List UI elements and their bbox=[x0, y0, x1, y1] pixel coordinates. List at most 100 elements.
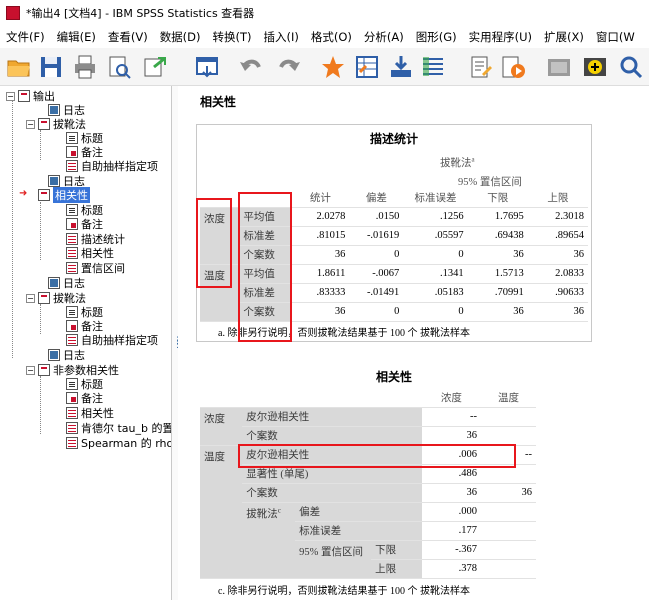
collapse-icon[interactable]: − bbox=[26, 293, 35, 303]
tree-node-bootstrap-spec[interactable]: 自助抽样指定项 bbox=[66, 159, 158, 173]
corner-cell bbox=[295, 388, 372, 408]
table-row: 显著性 (单尾) .486 bbox=[200, 464, 536, 484]
tree-node-descriptives[interactable]: 描述统计 bbox=[66, 232, 125, 246]
variables-icon[interactable] bbox=[420, 54, 446, 80]
tree-label: 备注 bbox=[81, 218, 103, 231]
menu-analyze[interactable]: 分析(A) bbox=[358, 29, 410, 45]
table-cell bbox=[481, 464, 536, 484]
tree-node-bootstrap[interactable]: − 拔靴法 bbox=[26, 117, 86, 131]
correlations-footnote: c. 除非另行说明，否则拔靴法结果基于 100 个 拔靴法样本 bbox=[218, 586, 470, 597]
tree-node-log[interactable]: 日志 bbox=[48, 103, 85, 117]
row-group-label: 浓度 bbox=[200, 207, 240, 265]
row-label: 偏差 bbox=[295, 502, 422, 522]
menu-data[interactable]: 数据(D) bbox=[154, 29, 207, 45]
tree-label: 置信区间 bbox=[81, 262, 125, 275]
menu-file[interactable]: 文件(F) bbox=[0, 29, 51, 45]
tree-node-log[interactable]: 日志 bbox=[48, 348, 85, 362]
tree-node-bootstrap[interactable]: − 拔靴法 bbox=[26, 291, 86, 305]
menu-format[interactable]: 格式(O) bbox=[305, 29, 358, 45]
export-icon[interactable] bbox=[142, 54, 168, 80]
table-row: 标准差 .81015 -.01619 .05597 .69438 .89654 bbox=[200, 226, 588, 246]
table-cell: 2.0833 bbox=[527, 264, 588, 284]
tree-node-kendall[interactable]: 肯德尔 tau_b 的置 bbox=[66, 421, 172, 435]
tree-node-correlations[interactable]: −相关性 bbox=[26, 187, 90, 203]
menu-window[interactable]: 窗口(W bbox=[590, 29, 641, 45]
row-label: 个案数 bbox=[239, 245, 292, 265]
table-row: 浓度 皮尔逊相关性 -- bbox=[200, 407, 536, 446]
tree-node-correlations-table[interactable]: 相关性 bbox=[66, 406, 114, 420]
collapse-icon[interactable]: − bbox=[6, 91, 15, 101]
tree-node-log[interactable]: 日志 bbox=[48, 174, 85, 188]
table-cell: 36 bbox=[467, 245, 528, 265]
run-script-icon[interactable] bbox=[500, 54, 526, 80]
tree-node-notes[interactable]: 备注 bbox=[66, 145, 103, 159]
open-icon[interactable] bbox=[6, 54, 32, 80]
tree-node-title[interactable]: 标题 bbox=[66, 377, 103, 391]
tree-node-correlations-table[interactable]: 相关性 bbox=[66, 246, 114, 260]
table-cell: 36 bbox=[481, 483, 536, 503]
table-cell: 1.5713 bbox=[467, 264, 528, 284]
table-cell bbox=[481, 559, 536, 579]
tree-node-spearman[interactable]: Spearman 的 rho bbox=[66, 436, 171, 450]
table-icon bbox=[66, 233, 78, 245]
undo-icon[interactable] bbox=[238, 54, 264, 80]
table-cell: -- bbox=[481, 445, 536, 465]
table-cell: .1256 bbox=[403, 207, 468, 227]
menu-insert[interactable]: 插入(I) bbox=[258, 29, 305, 45]
title-icon bbox=[66, 204, 78, 216]
tree-node-title[interactable]: 标题 bbox=[66, 305, 103, 319]
save-icon[interactable] bbox=[38, 54, 64, 80]
bootstrap-label: 拔靴法 bbox=[440, 158, 472, 169]
window-title: *输出4 [文档4] - IBM SPSS Statistics 查看器 bbox=[26, 7, 255, 20]
menu-utilities[interactable]: 实用程序(U) bbox=[463, 29, 538, 45]
table-cell bbox=[481, 502, 536, 522]
collapse-icon[interactable]: − bbox=[26, 365, 35, 375]
tree-node-bootstrap-spec[interactable]: 自助抽样指定项 bbox=[66, 333, 158, 347]
tree-node-title[interactable]: 标题 bbox=[66, 131, 103, 145]
collapse-icon[interactable]: − bbox=[26, 119, 35, 129]
bootstrap-header: 拔靴法a bbox=[440, 155, 475, 170]
menu-extensions[interactable]: 扩展(X) bbox=[538, 29, 590, 45]
goto-data-icon[interactable] bbox=[320, 54, 346, 80]
insert-output-icon[interactable] bbox=[582, 54, 608, 80]
menu-transform[interactable]: 转换(T) bbox=[207, 29, 258, 45]
row-label: 皮尔逊相关性 bbox=[242, 445, 422, 465]
tree-node-notes[interactable]: 备注 bbox=[66, 217, 103, 231]
preview-icon[interactable] bbox=[106, 54, 132, 80]
row-label: 95% 置信区间 bbox=[295, 540, 372, 579]
table-cell: 1.8611 bbox=[291, 264, 350, 284]
recall-dialog-icon[interactable] bbox=[194, 54, 220, 80]
table-cell: .89654 bbox=[527, 226, 588, 246]
table-cell: .0150 bbox=[349, 207, 404, 227]
table-row: 个案数 36 bbox=[200, 426, 536, 446]
table-cell: 0 bbox=[349, 302, 404, 322]
row-label: 平均值 bbox=[239, 264, 292, 284]
title-icon bbox=[66, 378, 78, 390]
table-cell: .006 bbox=[421, 445, 481, 465]
tree-node-output[interactable]: − 输出 bbox=[6, 89, 55, 103]
col-header: 浓度 bbox=[421, 388, 481, 408]
table-cell: -.01619 bbox=[349, 226, 404, 246]
show-hide-icon[interactable] bbox=[546, 54, 572, 80]
tree-node-notes[interactable]: 备注 bbox=[66, 319, 103, 333]
table-cell bbox=[481, 426, 536, 446]
designate-window-icon[interactable] bbox=[468, 54, 494, 80]
tree-node-notes[interactable]: 备注 bbox=[66, 391, 103, 405]
tree-label: 相关性 bbox=[53, 187, 90, 203]
menu-view[interactable]: 查看(V) bbox=[102, 29, 154, 45]
tree-node-log[interactable]: 日志 bbox=[48, 276, 85, 290]
tree-label: 肯德尔 tau_b 的置 bbox=[81, 422, 172, 435]
goto-variable-icon[interactable] bbox=[388, 54, 414, 80]
menu-edit[interactable]: 编辑(E) bbox=[51, 29, 102, 45]
menu-graphs[interactable]: 图形(G) bbox=[410, 29, 463, 45]
section-heading: 相关性 bbox=[200, 95, 237, 109]
tree-node-title[interactable]: 标题 bbox=[66, 203, 103, 217]
row-label: 标准误差 bbox=[295, 521, 422, 541]
redo-icon[interactable] bbox=[276, 54, 302, 80]
goto-case-icon[interactable] bbox=[354, 54, 380, 80]
tree-node-nonparametric[interactable]: − 非参数相关性 bbox=[26, 363, 119, 377]
print-icon[interactable] bbox=[72, 54, 98, 80]
tree-node-confidence-interval[interactable]: 置信区间 bbox=[66, 261, 125, 275]
tree-guide bbox=[40, 304, 41, 334]
find-icon[interactable] bbox=[618, 54, 644, 80]
